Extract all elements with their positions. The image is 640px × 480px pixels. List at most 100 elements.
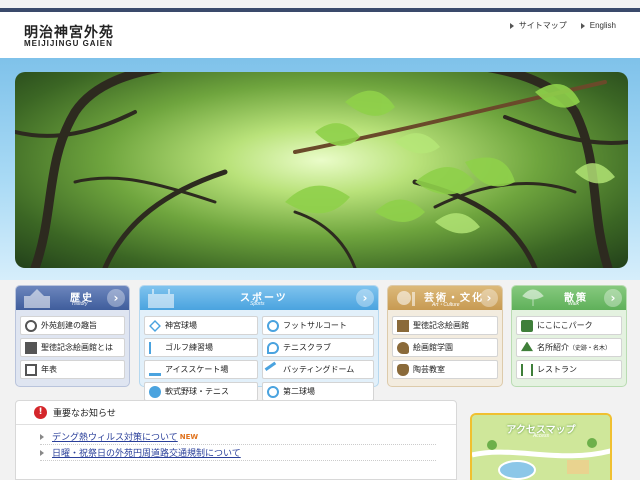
nav-item-label: 第二球場 [283, 387, 315, 396]
nav-item-walk-park[interactable]: にこにこパーク [516, 316, 622, 335]
notice-list: デング熱ウィルス対策について NEW 日曜・祝祭日の外苑円周道路交通規制について [16, 425, 456, 461]
nav-item-history-purpose[interactable]: 外苑創建の趣旨 [20, 316, 125, 335]
nav-item-label: 聖徳記念絵画館とは [41, 343, 113, 352]
site-header: 明治神宮外苑 MEIJIJINGU GAIEN サイトマップ English [0, 12, 640, 58]
nav-item-art-pottery[interactable]: 陶芸教室 [392, 360, 498, 379]
nav-item-label: ゴルフ練習場 [165, 343, 213, 352]
book-icon [25, 363, 37, 376]
nav-item-sports-futsal[interactable]: フットサルコート [262, 316, 374, 335]
notice-link[interactable]: 日曜・祝祭日の外苑円周道路交通規制について [52, 446, 241, 459]
notice-heading: 重要なお知らせ [53, 409, 116, 419]
nav-panel-walk: 散策 Walk › にこにこパーク 名所紹介 （史跡・名木） レストラン [511, 285, 627, 387]
building-icon [397, 319, 409, 332]
nav-item-label: 軟式野球・テニス [165, 387, 229, 396]
nav-item-label: レストラン [537, 365, 577, 374]
pot-icon [397, 363, 409, 376]
triangle-bullet-icon [40, 449, 44, 456]
palette-icon [397, 341, 409, 354]
nav-item-sports-tennis-club[interactable]: テニスクラブ [262, 338, 374, 357]
nav-item-label: にこにこパーク [537, 321, 593, 330]
nav-history-sub: History [72, 301, 88, 307]
nav-item-label: アイススケート場 [165, 365, 229, 374]
nav-item-history-gallery[interactable]: 聖徳記念絵画館とは [20, 338, 125, 357]
nav-item-label: 絵画館学園 [413, 343, 453, 352]
nav-item-label: 聖徳記念絵画館 [413, 321, 469, 330]
nav-item-history-timeline[interactable]: 年表 [20, 360, 125, 379]
nav-walk-sub: Walk [568, 301, 580, 307]
notice-item[interactable]: 日曜・祝祭日の外苑円周道路交通規制について [40, 445, 436, 461]
ginkgo-leaf-icon [522, 289, 544, 306]
nav-item-note: （史跡・名木） [569, 345, 612, 352]
baseball-icon [267, 385, 279, 398]
nav-item-label: フットサルコート [283, 321, 347, 330]
racket-icon [267, 341, 279, 354]
notice-link[interactable]: デング熱ウィルス対策について [52, 430, 178, 443]
nav-item-label: テニスクラブ [283, 343, 331, 352]
nav-item-sports-stadium[interactable]: 神宮球場 [144, 316, 258, 335]
notice-item[interactable]: デング熱ウィルス対策について NEW [40, 429, 436, 445]
fork-knife-icon [521, 363, 533, 376]
tree-icon [521, 341, 533, 352]
building-icon [25, 341, 37, 354]
nav-item-art-gallery[interactable]: 聖徳記念絵画館 [392, 316, 498, 335]
important-notice-panel: ! 重要なお知らせ デング熱ウィルス対策について NEW 日曜・祝祭日の外苑円周道… [15, 400, 457, 480]
notice-header: ! 重要なお知らせ [16, 401, 456, 425]
new-badge: NEW [179, 432, 199, 441]
english-link-label: English [589, 21, 616, 30]
nav-item-label: 神宮球場 [165, 321, 197, 330]
arrow-right-icon[interactable]: › [356, 289, 374, 307]
sitemap-link[interactable]: サイトマップ [509, 20, 567, 31]
nav-item-label: 年表 [41, 365, 57, 374]
english-link[interactable]: English [580, 20, 616, 31]
bat-icon [264, 361, 282, 378]
nav-item-sports-batting[interactable]: バッティングドーム [262, 360, 374, 379]
nav-item-sports-baseball-tennis[interactable]: 軟式野球・テニス [144, 382, 258, 401]
exclamation-icon: ! [34, 406, 47, 419]
triangle-bullet-icon [509, 22, 514, 29]
access-map-banner[interactable]: アクセスマップ Access [470, 413, 612, 480]
nav-history-header[interactable]: 歴史 History › [16, 286, 129, 310]
nav-item-label: 名所紹介 [537, 343, 569, 352]
arrow-right-icon[interactable]: › [107, 289, 125, 307]
nav-art-items: 聖徳記念絵画館 絵画館学園 陶芸教室 [392, 316, 498, 382]
nav-item-sports-golf[interactable]: ゴルフ練習場 [144, 338, 258, 357]
nav-panel-history: 歴史 History › 外苑創建の趣旨 聖徳記念絵画館とは 年表 [15, 285, 130, 387]
triangle-bullet-icon [40, 433, 44, 440]
nav-sports-header[interactable]: スポーツ Sports › [140, 286, 378, 310]
nav-sports-items-right: フットサルコート テニスクラブ バッティングドーム 第二球場 [262, 316, 374, 404]
access-map-sub: Access [532, 433, 550, 439]
nav-sports-sub: Sports [250, 301, 265, 307]
nav-item-label: バッティングドーム [283, 365, 355, 374]
nav-item-label: 陶芸教室 [413, 365, 445, 374]
stadium-icon [148, 289, 174, 308]
brush-icon [397, 291, 415, 306]
triangle-bullet-icon [580, 22, 585, 29]
ball-icon [149, 385, 161, 398]
site-logo-en[interactable]: MEIJIJINGU GAIEN [24, 39, 113, 48]
header-links: サイトマップ English [509, 20, 616, 31]
nav-art-header[interactable]: 芸術・文化 Art・Culture › [388, 286, 502, 310]
circle-dot-icon [25, 319, 37, 332]
nav-walk-header[interactable]: 散策 Walk › [512, 286, 626, 310]
nav-panel-art: 芸術・文化 Art・Culture › 聖徳記念絵画館 絵画館学園 陶芸教室 [387, 285, 503, 387]
park-icon [521, 319, 533, 332]
nav-item-sports-second-stadium[interactable]: 第二球場 [262, 382, 374, 401]
sitemap-link-label: サイトマップ [518, 21, 567, 30]
soccer-ball-icon [267, 319, 279, 332]
golf-icon [149, 341, 161, 354]
nav-item-sports-skating[interactable]: アイススケート場 [144, 360, 258, 379]
nav-item-label: 外苑創建の趣旨 [41, 321, 97, 330]
building-icon [24, 289, 50, 308]
arrow-right-icon[interactable]: › [604, 289, 622, 307]
nav-panel-sports: スポーツ Sports › 神宮球場 ゴルフ練習場 アイススケート場 軟式野球・… [139, 285, 379, 401]
arrow-right-icon[interactable]: › [480, 289, 498, 307]
nav-walk-items: にこにこパーク 名所紹介 （史跡・名木） レストラン [516, 316, 622, 382]
diamond-icon [149, 319, 161, 332]
nav-item-art-school[interactable]: 絵画館学園 [392, 338, 498, 357]
nav-sports-items-left: 神宮球場 ゴルフ練習場 アイススケート場 軟式野球・テニス [144, 316, 258, 404]
nav-art-sub: Art・Culture [432, 302, 460, 308]
nav-item-walk-restaurant[interactable]: レストラン [516, 360, 622, 379]
nav-item-walk-spots[interactable]: 名所紹介 （史跡・名木） [516, 338, 622, 357]
nav-history-items: 外苑創建の趣旨 聖徳記念絵画館とは 年表 [20, 316, 125, 382]
skate-icon [149, 364, 161, 376]
